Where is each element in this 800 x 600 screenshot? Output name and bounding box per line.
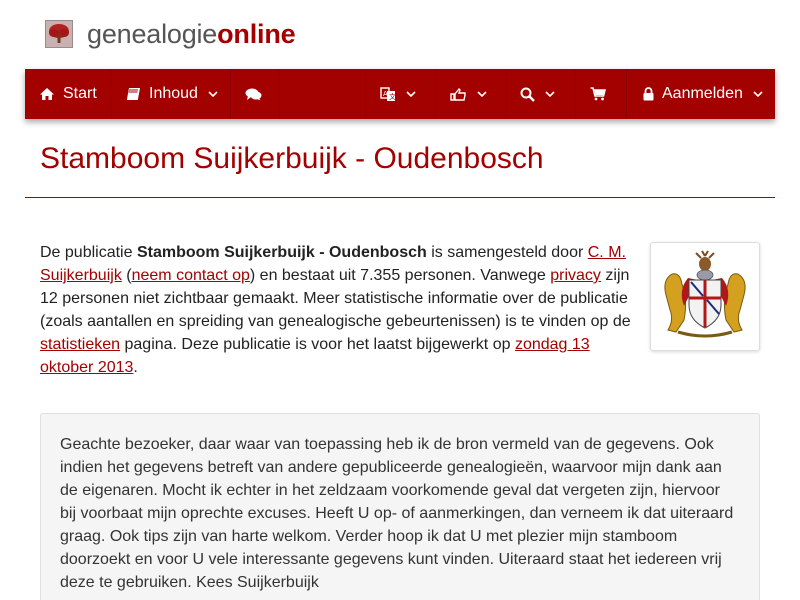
chevron-down-icon	[477, 90, 487, 98]
nav-comments[interactable]	[231, 69, 280, 119]
privacy-link[interactable]: privacy	[550, 267, 601, 284]
comments-icon	[245, 88, 262, 101]
home-icon	[39, 87, 55, 101]
chevron-down-icon	[753, 90, 763, 98]
chevron-down-icon	[208, 90, 218, 98]
contact-link[interactable]: neem contact op	[132, 267, 250, 284]
main-navbar: Start Inhoud A文 Aanmelden	[25, 69, 775, 119]
nav-inhoud[interactable]: Inhoud	[112, 69, 231, 119]
nav-inhoud-label: Inhoud	[149, 85, 198, 102]
site-header: genealogieonline	[0, 0, 800, 69]
cart-icon	[590, 87, 606, 101]
lock-icon	[643, 87, 654, 101]
coat-of-arms-thumbnail[interactable]	[650, 242, 760, 351]
nav-start-label: Start	[63, 85, 97, 102]
tree-icon	[45, 20, 73, 48]
title-divider	[25, 197, 775, 198]
intro-text-3: (	[121, 267, 132, 284]
logo-text: genealogieonline	[87, 18, 296, 50]
logo-text-part2: online	[217, 19, 296, 49]
nav-start[interactable]: Start	[25, 69, 112, 119]
statistics-link[interactable]: statistieken	[40, 336, 120, 353]
book-icon	[126, 87, 141, 101]
intro-text-2: is samengesteld door	[426, 244, 588, 261]
author-message: Geachte bezoeker, daar waar van toepassi…	[60, 436, 734, 591]
publication-name: Stamboom Suijkerbuijk - Oudenbosch	[136, 244, 427, 261]
chevron-down-icon	[545, 90, 555, 98]
coat-of-arms-image	[664, 250, 746, 338]
nav-aanmelden[interactable]: Aanmelden	[627, 69, 775, 119]
author-message-panel: Geachte bezoeker, daar waar van toepassi…	[40, 413, 760, 600]
translate-icon: A文	[380, 86, 396, 102]
intro-text-1: De publicatie	[40, 244, 137, 261]
chevron-down-icon	[406, 90, 416, 98]
share-icon	[450, 87, 467, 101]
logo-text-part1: genealogie	[87, 19, 218, 49]
page-title: Stamboom Suijkerbuijk - Oudenbosch	[40, 142, 544, 175]
intro-text-4: ) en bestaat uit 7.355 personen. Vanwege	[249, 267, 551, 284]
svg-text:文: 文	[389, 92, 396, 101]
nav-share[interactable]	[436, 69, 506, 119]
publication-intro: De publicatie Stamboom Suijkerbuijk - Ou…	[40, 241, 636, 379]
intro-text-7: .	[133, 359, 138, 376]
nav-spacer	[280, 69, 366, 119]
nav-aanmelden-label: Aanmelden	[662, 85, 743, 102]
nav-search[interactable]	[506, 69, 576, 119]
nav-cart[interactable]	[576, 69, 627, 119]
nav-language[interactable]: A文	[366, 69, 436, 119]
intro-text-6: pagina. Deze publicatie is voor het laat…	[120, 336, 515, 353]
search-icon	[520, 87, 535, 102]
svg-text:A: A	[383, 90, 388, 98]
site-logo[interactable]: genealogieonline	[45, 18, 296, 50]
